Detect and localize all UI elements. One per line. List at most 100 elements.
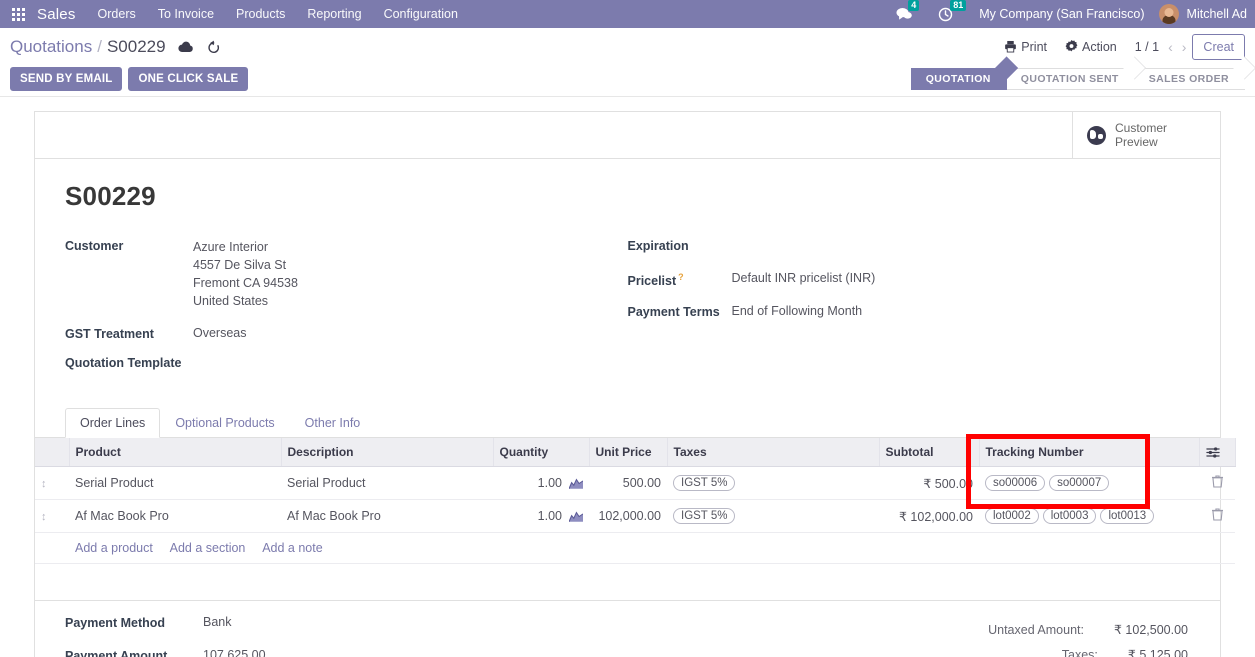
row-delete-cell[interactable] [1199, 500, 1235, 533]
chevron-right-icon[interactable]: › [1182, 39, 1187, 55]
gst-treatment-value[interactable]: Overseas [193, 326, 247, 340]
messages-menu[interactable]: 4 [896, 7, 912, 21]
row-subtotal: ₹ 102,000.00 [879, 500, 979, 533]
payment-method-value[interactable]: Bank [203, 615, 232, 629]
th-options[interactable] [1199, 438, 1235, 467]
field-pricelist: Pricelist? Default INR pricelist (INR) [628, 271, 1191, 288]
row-taxes-cell[interactable]: IGST 5% [667, 500, 879, 533]
th-taxes[interactable]: Taxes [667, 438, 879, 467]
payment-terms-value[interactable]: End of Following Month [732, 304, 863, 318]
menu-reporting[interactable]: Reporting [307, 7, 361, 21]
add-links-cell: Add a product Add a section Add a note [69, 533, 1235, 564]
app-brand-sales[interactable]: Sales [37, 6, 76, 23]
th-quantity[interactable]: Quantity [493, 438, 589, 467]
forecast-chart-icon[interactable] [569, 478, 583, 489]
control-panel-actions: Print Action 1 / 1 ‹ › Creat [1004, 34, 1245, 60]
menu-products[interactable]: Products [236, 7, 285, 21]
forecast-chart-icon[interactable] [569, 511, 583, 522]
tab-optional-products[interactable]: Optional Products [160, 408, 289, 438]
company-switcher[interactable]: My Company (San Francisco) [979, 7, 1144, 21]
help-icon[interactable]: ? [678, 272, 684, 282]
row-quantity-cell[interactable]: 1.00 [493, 467, 589, 500]
row-taxes-cell[interactable]: IGST 5% [667, 467, 879, 500]
row-unit-price[interactable]: 102,000.00 [589, 500, 667, 533]
th-product[interactable]: Product [69, 438, 281, 467]
action-button[interactable]: Action [1065, 40, 1117, 54]
th-tracking-number[interactable]: Tracking Number [979, 438, 1199, 467]
menu-configuration[interactable]: Configuration [384, 7, 458, 21]
action-label: Action [1082, 40, 1117, 54]
user-menu[interactable]: Mitchell Ad [1187, 7, 1247, 21]
add-a-product-link[interactable]: Add a product [75, 541, 153, 555]
pricelist-label-text: Pricelist [628, 274, 677, 288]
customer-name[interactable]: Azure Interior [193, 238, 298, 256]
row-delete-cell[interactable] [1199, 467, 1235, 500]
breadcrumb: Quotations / S00229 [10, 37, 166, 57]
status-step-quotation-sent[interactable]: QUOTATION SENT [1007, 68, 1135, 90]
row-product[interactable]: Af Mac Book Pro [69, 500, 281, 533]
send-by-email-button[interactable]: SEND BY EMAIL [10, 67, 122, 91]
row-tracking-cell[interactable]: so00006so00007 [979, 467, 1199, 500]
tab-order-lines[interactable]: Order Lines [65, 408, 160, 438]
pricelist-value[interactable]: Default INR pricelist (INR) [732, 271, 876, 285]
tracking-tag[interactable]: lot0013 [1100, 508, 1154, 524]
trash-icon[interactable] [1212, 508, 1223, 521]
breadcrumb-current-record: S00229 [107, 37, 166, 57]
customer-address-line-1: 4557 De Silva St [193, 256, 298, 274]
row-description[interactable]: Serial Product [281, 467, 493, 500]
print-button[interactable]: Print [1004, 40, 1047, 54]
tracking-tag[interactable]: lot0002 [985, 508, 1039, 524]
printer-icon [1004, 40, 1017, 53]
tax-tag[interactable]: IGST 5% [673, 508, 735, 524]
row-quantity-cell[interactable]: 1.00 [493, 500, 589, 533]
drag-handle-icon[interactable]: ↕ [41, 511, 47, 523]
th-description[interactable]: Description [281, 438, 493, 467]
th-subtotal[interactable]: Subtotal [879, 438, 979, 467]
status-step-sales-order[interactable]: SALES ORDER [1135, 68, 1245, 90]
tab-other-info[interactable]: Other Info [290, 408, 376, 438]
form-column-right: Expiration Pricelist? Default INR pricel… [628, 238, 1191, 384]
add-line-row: Add a product Add a section Add a note [35, 533, 1235, 564]
user-avatar[interactable] [1159, 4, 1179, 24]
row-tracking-cell[interactable]: lot0002lot0003lot0013 [979, 500, 1199, 533]
row-unit-price[interactable]: 500.00 [589, 467, 667, 500]
create-button[interactable]: Creat [1192, 34, 1245, 60]
customer-value[interactable]: Azure Interior 4557 De Silva St Fremont … [193, 238, 298, 310]
drag-handle-icon[interactable]: ↕ [41, 478, 47, 490]
payment-amount-value[interactable]: 107,625.00 [203, 648, 266, 657]
status-step-quotation[interactable]: QUOTATION [911, 68, 1007, 90]
one-click-sale-button[interactable]: ONE CLICK SALE [128, 67, 248, 91]
notebook-tabs: Order Lines Optional Products Other Info [35, 408, 1220, 438]
trash-icon[interactable] [1212, 475, 1223, 488]
add-a-note-link[interactable]: Add a note [262, 541, 322, 555]
row-handle-cell[interactable]: ↕ [35, 500, 69, 533]
column-options-icon[interactable] [1206, 446, 1220, 459]
th-unit-price[interactable]: Unit Price [589, 438, 667, 467]
table-row[interactable]: ↕ Serial Product Serial Product 1.00 [35, 467, 1235, 500]
tracking-tag[interactable]: lot0003 [1043, 508, 1097, 524]
menu-orders[interactable]: Orders [98, 7, 136, 21]
apps-grid-icon[interactable] [12, 8, 25, 21]
customer-label: Customer [65, 238, 193, 253]
tracking-tag[interactable]: so00006 [985, 475, 1045, 491]
row-description[interactable]: Af Mac Book Pro [281, 500, 493, 533]
activities-menu[interactable]: 81 [938, 7, 953, 22]
form-sheet: Customer Preview S00229 Customer Azure I… [34, 111, 1221, 657]
add-a-section-link[interactable]: Add a section [170, 541, 246, 555]
field-payment-amount: Payment Amount 107,625.00 [65, 648, 718, 657]
chevron-left-icon[interactable]: ‹ [1168, 39, 1173, 55]
menu-to-invoice[interactable]: To Invoice [158, 7, 214, 21]
customer-preview-button[interactable]: Customer Preview [1072, 112, 1220, 158]
tax-tag[interactable]: IGST 5% [673, 475, 735, 491]
table-row[interactable]: ↕ Af Mac Book Pro Af Mac Book Pro 1.00 [35, 500, 1235, 533]
smart-button-line2: Preview [1115, 135, 1158, 149]
breadcrumb-quotations[interactable]: Quotations [10, 37, 92, 57]
undo-discard-icon[interactable] [206, 40, 221, 54]
row-handle-cell[interactable]: ↕ [35, 467, 69, 500]
cloud-save-icon[interactable] [178, 41, 194, 53]
globe-icon [1087, 126, 1106, 145]
tracking-tag[interactable]: so00007 [1049, 475, 1109, 491]
page-title: S00229 [65, 181, 1190, 212]
order-lines-table: Product Description Quantity Unit Price … [35, 438, 1236, 564]
row-product[interactable]: Serial Product [69, 467, 281, 500]
